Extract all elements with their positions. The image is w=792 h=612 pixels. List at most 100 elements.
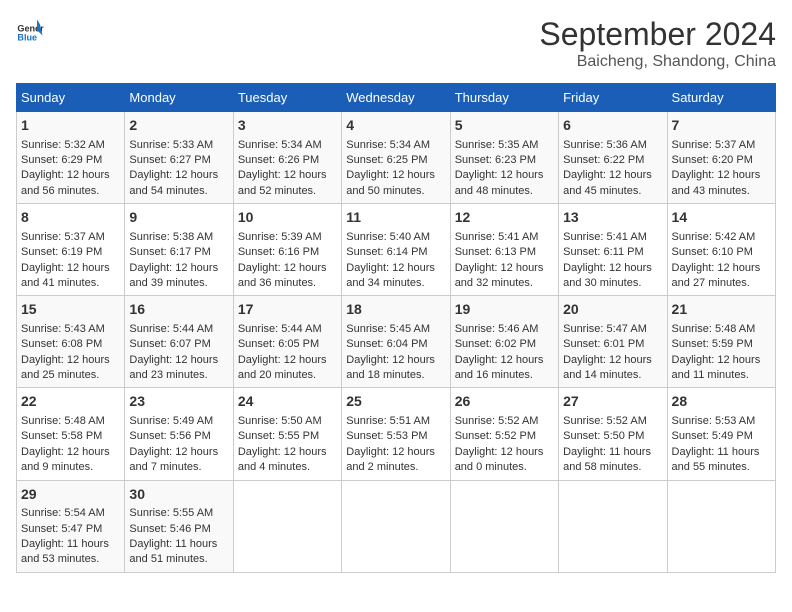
day-number: 30	[129, 485, 228, 505]
calendar-cell: 26Sunrise: 5:52 AMSunset: 5:52 PMDayligh…	[450, 388, 558, 480]
sunset-text: Sunset: 6:22 PM	[563, 153, 662, 168]
day-number: 18	[346, 300, 445, 320]
sunrise-text: Sunrise: 5:52 AM	[455, 414, 554, 429]
sunset-text: Sunset: 6:05 PM	[238, 337, 337, 352]
sunset-text: Sunset: 6:25 PM	[346, 153, 445, 168]
daylight-text: Daylight: 12 hours and 32 minutes.	[455, 261, 554, 292]
day-number: 8	[21, 208, 120, 228]
daylight-text: Daylight: 12 hours and 23 minutes.	[129, 353, 228, 384]
calendar-cell: 24Sunrise: 5:50 AMSunset: 5:55 PMDayligh…	[233, 388, 341, 480]
daylight-text: Daylight: 12 hours and 14 minutes.	[563, 353, 662, 384]
sunset-text: Sunset: 6:08 PM	[21, 337, 120, 352]
sunset-text: Sunset: 6:29 PM	[21, 153, 120, 168]
calendar-cell: 12 Sunrise: 5:41 AMSunset: 6:13 PMDayligh…	[450, 204, 558, 296]
sunset-text: Sunset: 6:13 PM	[455, 245, 554, 260]
calendar-cell: 4Sunrise: 5:34 AMSunset: 6:25 PMDaylight…	[342, 112, 450, 204]
daylight-text: Daylight: 11 hours and 55 minutes.	[672, 445, 771, 476]
title-block: September 2024 Baicheng, Shandong, China	[539, 16, 776, 71]
calendar-cell	[559, 480, 667, 572]
sunset-text: Sunset: 5:49 PM	[672, 429, 771, 444]
day-number: 17	[238, 300, 337, 320]
calendar-cell: 11Sunrise: 5:40 AMSunset: 6:14 PMDayligh…	[342, 204, 450, 296]
calendar-cell: 28Sunrise: 5:53 AMSunset: 5:49 PMDayligh…	[667, 388, 775, 480]
day-number: 25	[346, 392, 445, 412]
sunrise-text: Sunrise: 5:32 AM	[21, 138, 120, 153]
sunset-text: Sunset: 5:59 PM	[672, 337, 771, 352]
day-number: 10	[238, 208, 337, 228]
sunset-text: Sunset: 6:19 PM	[21, 245, 120, 260]
day-number: 27	[563, 392, 662, 412]
day-number: 9	[129, 208, 228, 228]
sunrise-text: Sunrise: 5:41 AM	[455, 230, 554, 245]
calendar-cell: 15Sunrise: 5:43 AMSunset: 6:08 PMDayligh…	[17, 296, 125, 388]
sunrise-text: Sunrise: 5:48 AM	[672, 322, 771, 337]
sunrise-text: Sunrise: 5:54 AM	[21, 506, 120, 521]
day-number: 1	[21, 116, 120, 136]
day-number: 23	[129, 392, 228, 412]
sunrise-text: Sunrise: 5:34 AM	[346, 138, 445, 153]
calendar-week-row: 29Sunrise: 5:54 AMSunset: 5:47 PMDayligh…	[17, 480, 776, 572]
day-number: 7	[672, 116, 771, 136]
daylight-text: Daylight: 11 hours and 53 minutes.	[21, 537, 120, 568]
sunrise-text: Sunrise: 5:40 AM	[346, 230, 445, 245]
daylight-text: Daylight: 12 hours and 54 minutes.	[129, 168, 228, 199]
weekday-header: Tuesday	[233, 84, 341, 112]
calendar-cell: 13Sunrise: 5:41 AMSunset: 6:11 PMDayligh…	[559, 204, 667, 296]
sunset-text: Sunset: 5:53 PM	[346, 429, 445, 444]
daylight-text: Daylight: 12 hours and 36 minutes.	[238, 261, 337, 292]
calendar-cell: 25Sunrise: 5:51 AMSunset: 5:53 PMDayligh…	[342, 388, 450, 480]
sunset-text: Sunset: 5:56 PM	[129, 429, 228, 444]
sunrise-text: Sunrise: 5:33 AM	[129, 138, 228, 153]
sunset-text: Sunset: 6:17 PM	[129, 245, 228, 260]
calendar-cell	[233, 480, 341, 572]
sunrise-text: Sunrise: 5:51 AM	[346, 414, 445, 429]
day-number: 24	[238, 392, 337, 412]
sunset-text: Sunset: 5:58 PM	[21, 429, 120, 444]
sunrise-text: Sunrise: 5:47 AM	[563, 322, 662, 337]
calendar-cell: 27Sunrise: 5:52 AMSunset: 5:50 PMDayligh…	[559, 388, 667, 480]
day-number: 2	[129, 116, 228, 136]
location-title: Baicheng, Shandong, China	[539, 53, 776, 71]
calendar-cell: 21Sunrise: 5:48 AMSunset: 5:59 PMDayligh…	[667, 296, 775, 388]
daylight-text: Daylight: 12 hours and 50 minutes.	[346, 168, 445, 199]
sunset-text: Sunset: 6:23 PM	[455, 153, 554, 168]
calendar-week-row: 8 Sunrise: 5:37 AMSunset: 6:19 PM Daylight…	[17, 204, 776, 296]
calendar-table: SundayMondayTuesdayWednesdayThursdayFrid…	[16, 83, 776, 573]
sunset-text: Sunset: 5:55 PM	[238, 429, 337, 444]
sunrise-text: Sunrise: 5:45 AM	[346, 322, 445, 337]
daylight-text: Daylight: 12 hours and 0 minutes.	[455, 445, 554, 476]
page-header: General Blue September 2024 Baicheng, Sh…	[16, 16, 776, 71]
sunrise-text: Sunrise: 5:44 AM	[238, 322, 337, 337]
calendar-cell: 8Sunrise: 5:37 AMSunset: 6:19 PMDaylight…	[17, 204, 125, 296]
sunrise-text: Sunrise: 5:37 AM	[672, 138, 771, 153]
calendar-week-row: 15Sunrise: 5:43 AMSunset: 6:08 PMDayligh…	[17, 296, 776, 388]
logo-icon: General Blue	[16, 16, 44, 44]
sunset-text: Sunset: 6:01 PM	[563, 337, 662, 352]
sunrise-text: Sunrise: 5:55 AM	[129, 506, 228, 521]
calendar-cell: 7Sunrise: 5:37 AMSunset: 6:20 PMDaylight…	[667, 112, 775, 204]
daylight-text: Daylight: 12 hours and 11 minutes.	[672, 353, 771, 384]
calendar-cell	[450, 480, 558, 572]
day-number: 3	[238, 116, 337, 136]
daylight-text: Daylight: 12 hours and 48 minutes.	[455, 168, 554, 199]
day-number: 16	[129, 300, 228, 320]
day-number: 12	[455, 208, 554, 228]
sunrise-text: Sunrise: 5:38 AM	[129, 230, 228, 245]
weekday-header: Monday	[125, 84, 233, 112]
weekday-header: Wednesday	[342, 84, 450, 112]
svg-text:Blue: Blue	[17, 33, 37, 43]
day-number: 11	[346, 208, 445, 228]
sunset-text: Sunset: 6:04 PM	[346, 337, 445, 352]
sunrise-text: Sunrise: 5:41 AM	[563, 230, 662, 245]
sunrise-text: Sunrise: 5:34 AM	[238, 138, 337, 153]
daylight-text: Daylight: 12 hours and 39 minutes.	[129, 261, 228, 292]
sunset-text: Sunset: 5:47 PM	[21, 522, 120, 537]
sunrise-text: Sunrise: 5:37 AM	[21, 230, 120, 245]
calendar-cell: 1Sunrise: 5:32 AMSunset: 6:29 PMDaylight…	[17, 112, 125, 204]
sunrise-text: Sunrise: 5:50 AM	[238, 414, 337, 429]
sunset-text: Sunset: 6:14 PM	[346, 245, 445, 260]
sunset-text: Sunset: 6:07 PM	[129, 337, 228, 352]
sunset-text: Sunset: 6:16 PM	[238, 245, 337, 260]
daylight-text: Daylight: 12 hours and 43 minutes.	[672, 168, 771, 199]
day-number: 19	[455, 300, 554, 320]
